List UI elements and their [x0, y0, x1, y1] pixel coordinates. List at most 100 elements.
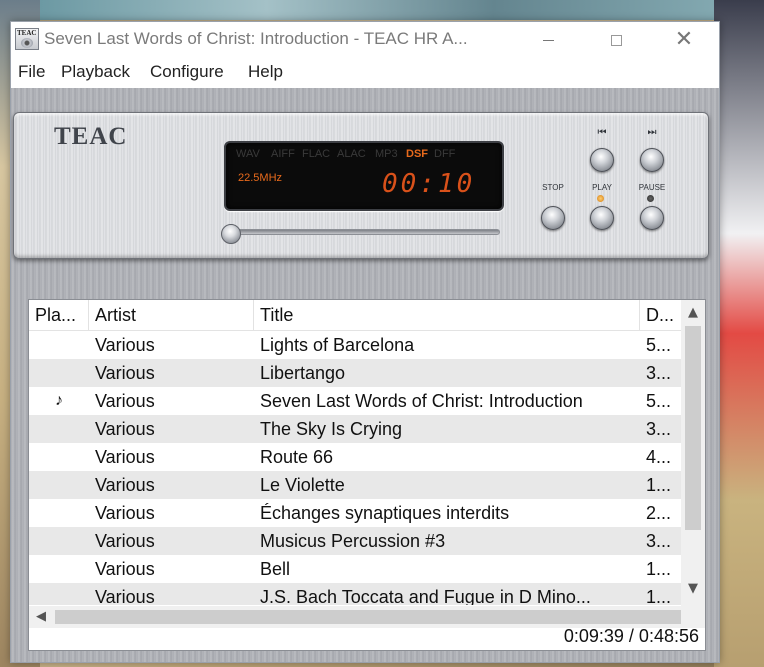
next-icon: ⏭ — [647, 127, 657, 138]
table-row[interactable]: Various Libertango 3... — [29, 359, 681, 387]
artist-cell: Various — [95, 531, 155, 551]
playing-indicator — [29, 471, 89, 499]
time-status: 0:09:39 / 0:48:56 — [563, 626, 699, 646]
seek-handle[interactable] — [221, 224, 242, 244]
title-cell: Seven Last Words of Christ: Introduction — [260, 391, 583, 411]
play-indicator-led — [597, 195, 604, 202]
close-button[interactable]: ✕ — [661, 22, 707, 58]
table-header: Pla... Artist Title D... — [29, 300, 681, 331]
table-body: Various Lights of Barcelona 5... Various Lib… — [29, 331, 681, 605]
table-row[interactable]: Various Lights of Barcelona 5... — [29, 331, 681, 359]
duration-cell: 5... — [646, 335, 672, 355]
duration-cell: 3... — [646, 419, 672, 439]
format-dff: DFF — [434, 148, 456, 160]
pause-indicator-led — [647, 195, 654, 202]
title-cell: The Sky Is Crying — [260, 419, 403, 439]
disc-icon — [21, 38, 33, 48]
duration-cell: 4... — [646, 447, 672, 467]
format-dsf: DSF — [406, 148, 428, 160]
table-row[interactable]: Various Le Violette 1... — [29, 471, 681, 499]
format-flac: FLAC — [302, 148, 331, 160]
player-faceplate: TEAC WAV AIFF FLAC ALAC MP3 DSF DFF 22.5… — [13, 112, 709, 259]
playing-indicator — [29, 555, 89, 583]
format-mp3: MP3 — [375, 148, 398, 160]
title-cell: Lights of Barcelona — [260, 335, 415, 355]
duration-cell: 1... — [646, 587, 672, 605]
duration-cell: 3... — [646, 531, 672, 551]
close-icon: ✕ — [674, 27, 694, 52]
vertical-scrollbar[interactable]: ▲ ▼ — [681, 300, 705, 606]
app-window: TEAC Seven Last Words of Christ: Introdu… — [10, 21, 720, 663]
pause-button[interactable] — [640, 206, 664, 230]
time-display: 00:10 — [382, 169, 476, 199]
play-button[interactable] — [590, 206, 614, 230]
seek-bar[interactable] — [221, 224, 500, 244]
menu-file[interactable]: File — [18, 62, 45, 82]
stop-button[interactable] — [541, 206, 565, 230]
menu-help[interactable]: Help — [248, 62, 283, 82]
horizontal-scroll-thumb[interactable] — [55, 610, 681, 624]
player-body: TEAC WAV AIFF FLAC ALAC MP3 DSF DFF 22.5… — [11, 88, 719, 662]
column-header-playing[interactable]: Pla... — [29, 300, 89, 330]
minimize-button[interactable] — [525, 22, 571, 58]
artist-cell: Various — [95, 363, 155, 383]
app-icon[interactable]: TEAC — [15, 28, 39, 50]
scroll-down-icon[interactable]: ▼ — [681, 578, 705, 600]
menu-configure[interactable]: Configure — [150, 62, 224, 82]
title-cell: Bell — [260, 559, 291, 579]
play-label: PLAY — [592, 183, 612, 192]
desktop-background-top — [40, 0, 720, 20]
column-header-artist[interactable]: Artist — [89, 300, 254, 330]
format-alac: ALAC — [337, 148, 366, 160]
playing-indicator — [29, 443, 89, 471]
title-cell: Route 66 — [260, 447, 334, 467]
horizontal-scrollbar[interactable]: ◀ — [29, 606, 681, 628]
scrollbar-corner — [681, 606, 705, 628]
artist-cell: Various — [95, 475, 155, 495]
maximize-button[interactable] — [593, 22, 639, 58]
playing-indicator: ♪ — [55, 392, 63, 409]
playlist-table: Pla... Artist Title D... Various Lights o… — [28, 299, 706, 651]
artist-cell: Various — [95, 391, 155, 411]
app-icon-label: TEAC — [17, 29, 37, 37]
title-bar[interactable]: TEAC Seven Last Words of Christ: Introdu… — [11, 22, 719, 58]
format-wav: WAV — [236, 148, 260, 160]
artist-cell: Various — [95, 335, 155, 355]
artist-cell: Various — [95, 559, 155, 579]
stop-label: STOP — [542, 183, 564, 192]
vertical-scroll-thumb[interactable] — [685, 326, 701, 530]
menu-playback[interactable]: Playback — [61, 62, 130, 82]
artist-cell: Various — [95, 447, 155, 467]
table-row[interactable]: Various Échanges synaptiques interdits 2..… — [29, 499, 681, 527]
playing-indicator — [29, 331, 89, 359]
scroll-left-icon[interactable]: ◀ — [31, 606, 51, 628]
table-row[interactable]: Various Route 66 4... — [29, 443, 681, 471]
artist-cell: Various — [95, 419, 155, 439]
duration-cell: 3... — [646, 363, 672, 383]
playing-indicator — [29, 359, 89, 387]
scroll-up-icon[interactable]: ▲ — [681, 302, 705, 324]
next-button[interactable] — [640, 148, 664, 172]
playing-indicator — [29, 527, 89, 555]
table-row[interactable]: ♪ Various Seven Last Words of Christ: Intr… — [29, 387, 681, 415]
table-row[interactable]: Various The Sky Is Crying 3... — [29, 415, 681, 443]
previous-button[interactable] — [590, 148, 614, 172]
column-header-title[interactable]: Title — [254, 300, 640, 330]
table-row[interactable]: Various J.S. Bach Toccata and Fugue in D … — [29, 583, 681, 605]
table-row[interactable]: Various Bell 1... — [29, 555, 681, 583]
playing-indicator — [29, 499, 89, 527]
title-cell: Échanges synaptiques interdits — [260, 503, 510, 523]
format-aiff: AIFF — [271, 148, 295, 160]
artist-cell: Various — [95, 587, 155, 605]
table-row[interactable]: Various Musicus Percussion #3 3... — [29, 527, 681, 555]
title-cell: Musicus Percussion #3 — [260, 531, 446, 551]
title-cell: J.S. Bach Toccata and Fugue in D Mino... — [260, 587, 591, 605]
artist-cell: Various — [95, 503, 155, 523]
duration-cell: 2... — [646, 503, 672, 523]
title-cell: Le Violette — [260, 475, 345, 495]
desktop-background-right — [714, 0, 764, 667]
previous-icon: ⏮ — [597, 127, 607, 138]
lcd-display: WAV AIFF FLAC ALAC MP3 DSF DFF 22.5MHz 0… — [224, 141, 504, 211]
menu-bar: File Playback Configure Help — [11, 58, 719, 88]
column-header-duration[interactable]: D... — [640, 300, 681, 330]
